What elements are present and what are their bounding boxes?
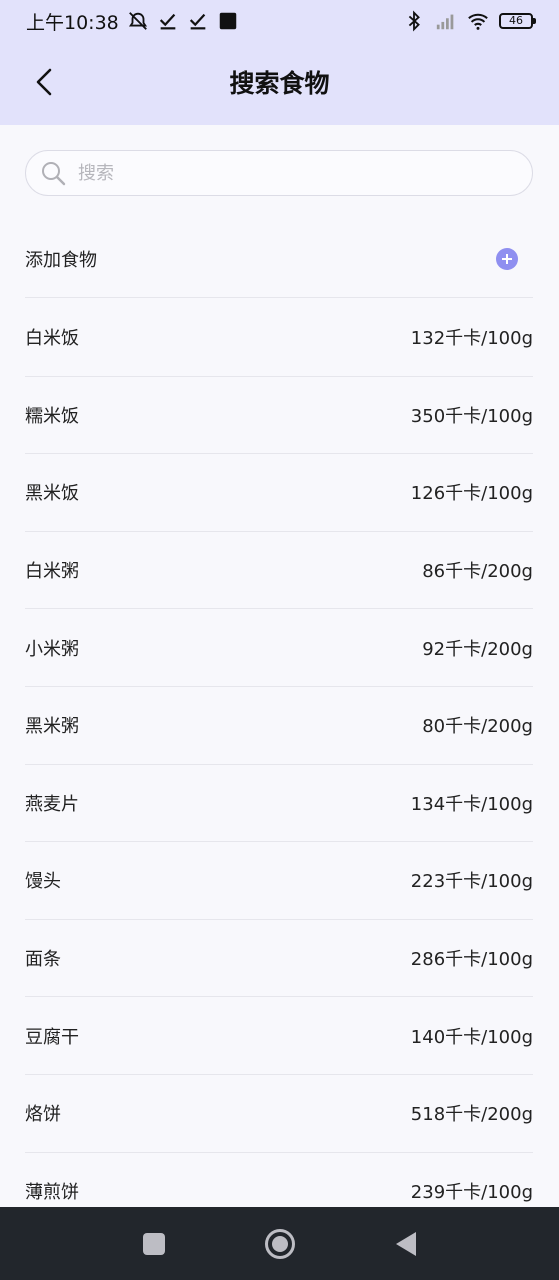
- food-calories: 518千卡/200g: [410, 1104, 533, 1126]
- food-row[interactable]: 白米饭 132千卡/100g: [25, 299, 533, 377]
- add-food-button[interactable]: [496, 248, 518, 270]
- recents-button[interactable]: [137, 1227, 171, 1261]
- food-calories: 286千卡/100g: [410, 949, 533, 971]
- back-triangle-icon: [395, 1231, 416, 1256]
- food-name: 糯米饭: [25, 405, 79, 427]
- status-left: 上午10:38: [26, 8, 239, 35]
- food-calories: 126千卡/100g: [410, 483, 533, 505]
- wifi-icon: [468, 13, 488, 30]
- food-calories: 223千卡/100g: [410, 871, 533, 893]
- back-nav-button[interactable]: [389, 1227, 423, 1261]
- title-bar: 搜索食物: [0, 42, 559, 125]
- food-calories: 92千卡/200g: [422, 638, 533, 660]
- page-title: 搜索食物: [229, 69, 330, 98]
- food-row[interactable]: 面条 286千卡/100g: [25, 920, 533, 998]
- food-calories: 239千卡/100g: [410, 1181, 533, 1203]
- status-time: 上午10:38: [26, 11, 119, 34]
- screen: 上午10:38 46 搜索食物 搜索 添加食物 白米饭 132千卡/100g 糯…: [0, 0, 559, 1280]
- food-name: 薄煎饼: [25, 1181, 79, 1203]
- food-name: 白米粥: [25, 561, 79, 583]
- food-name: 燕麦片: [25, 793, 79, 815]
- plus-circle-icon: [502, 254, 512, 264]
- bluetooth-icon: [408, 10, 420, 32]
- food-name: 黑米饭: [25, 483, 79, 505]
- food-name: 面条: [25, 949, 61, 971]
- food-name: 黑米粥: [25, 716, 79, 738]
- food-row[interactable]: 小米粥 92千卡/200g: [25, 609, 533, 687]
- food-name: 馒头: [25, 871, 61, 893]
- search-input[interactable]: [78, 162, 498, 184]
- food-calories: 140千卡/100g: [410, 1026, 533, 1048]
- food-row[interactable]: 黑米粥 80千卡/200g: [25, 687, 533, 765]
- food-calories: 134千卡/100g: [410, 793, 533, 815]
- status-bar: 上午10:38 46: [0, 0, 559, 42]
- recents-square-icon: [142, 1232, 165, 1255]
- food-name: 小米粥: [25, 638, 79, 660]
- food-name: 豆腐干: [25, 1026, 79, 1048]
- food-row[interactable]: 糯米饭 350千卡/100g: [25, 377, 533, 455]
- signal-icon: [436, 14, 454, 30]
- header: 上午10:38 46 搜索食物: [0, 0, 559, 125]
- food-calories: 350千卡/100g: [410, 405, 533, 427]
- food-name: 烙饼: [25, 1104, 61, 1126]
- food-row[interactable]: 烙饼 518千卡/200g: [25, 1075, 533, 1153]
- add-food-label: 添加食物: [25, 250, 97, 271]
- search-box[interactable]: [25, 150, 533, 196]
- food-name: 白米饭: [25, 328, 79, 350]
- food-calories: 80千卡/200g: [422, 716, 533, 738]
- check-icon: [159, 13, 176, 30]
- add-food-row[interactable]: 添加食物: [25, 221, 533, 298]
- system-nav-bar: [0, 1207, 559, 1280]
- food-row[interactable]: 黑米饭 126千卡/100g: [25, 454, 533, 532]
- square-app-icon: [219, 12, 237, 30]
- check-icon: [189, 13, 206, 30]
- home-circle-icon: [264, 1228, 295, 1259]
- food-row[interactable]: 白米粥 86千卡/200g: [25, 532, 533, 610]
- food-row[interactable]: 燕麦片 134千卡/100g: [25, 765, 533, 843]
- food-row[interactable]: 豆腐干 140千卡/100g: [25, 997, 533, 1075]
- food-calories: 132千卡/100g: [410, 328, 533, 350]
- alarm-off-icon: [128, 12, 147, 30]
- status-right: 46: [403, 10, 536, 32]
- home-button[interactable]: [263, 1227, 297, 1261]
- search-icon: [42, 162, 66, 186]
- food-row[interactable]: 馒头 223千卡/100g: [25, 842, 533, 920]
- food-calories: 86千卡/200g: [422, 561, 533, 583]
- food-list: 白米饭 132千卡/100g 糯米饭 350千卡/100g 黑米饭 126千卡/…: [25, 299, 533, 1231]
- battery-icon: 46: [499, 13, 536, 29]
